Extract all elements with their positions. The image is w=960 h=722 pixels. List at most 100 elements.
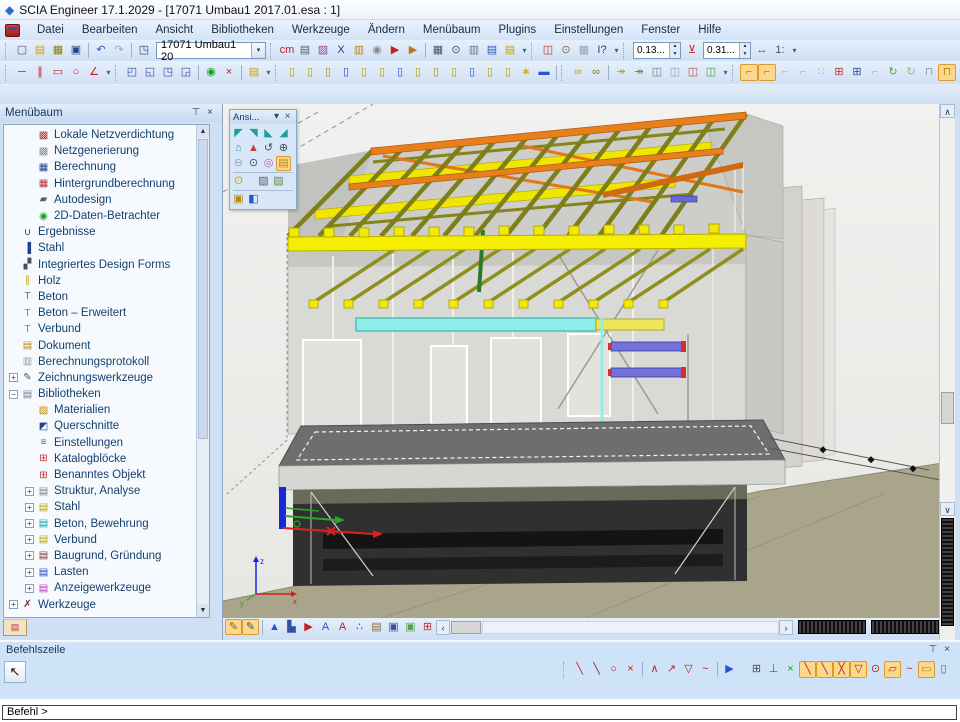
activity-inverted-button[interactable]: ⌐ xyxy=(776,64,794,81)
tree-item-ergebnisse[interactable]: ∪Ergebnisse xyxy=(4,224,196,240)
combo-dropdown-icon[interactable]: ▾ xyxy=(251,43,265,58)
toolbar-drag-handle[interactable] xyxy=(531,43,536,59)
toolbar-drag-handle[interactable] xyxy=(5,43,10,59)
rotation-scrollbar-vertical[interactable] xyxy=(941,518,954,626)
menu-plugins[interactable]: Plugins xyxy=(489,21,545,39)
snap-solid-button[interactable]: ▯ xyxy=(935,661,952,678)
overflow-chevron-icon[interactable]: ▾ xyxy=(720,68,731,77)
visibility-filter-button[interactable]: ◉ xyxy=(202,64,220,81)
tree-item-querschnitte[interactable]: ◩Querschnitte xyxy=(4,418,196,434)
close-icon[interactable]: × xyxy=(940,643,954,657)
glasses-view-2-button[interactable]: ∞ xyxy=(587,64,605,81)
menu-ansicht[interactable]: Ansicht xyxy=(146,21,202,39)
tree-item-benanntes-objekt[interactable]: ⊞Benanntes Objekt xyxy=(4,467,196,483)
zoom-selection-button[interactable]: ◎ xyxy=(261,156,276,171)
overflow-chevron-icon[interactable]: ▾ xyxy=(263,68,274,77)
view-building-button[interactable]: ⌂ xyxy=(231,141,246,156)
tree-item-beton-erweitert[interactable]: TBeton – Erweitert xyxy=(4,305,196,321)
rotation-scrollbar-horizontal-1[interactable] xyxy=(798,620,866,634)
pin-icon[interactable]: ⊤ xyxy=(926,643,940,657)
close-icon[interactable]: × xyxy=(203,106,217,120)
view-side-button[interactable]: ◣ xyxy=(261,126,276,141)
open-library-folder-button[interactable]: ▤ xyxy=(245,64,263,81)
pin-icon[interactable]: ⊤ xyxy=(189,106,203,120)
expand-toggle-icon[interactable]: + xyxy=(9,600,18,609)
window-view-3-button[interactable]: ◳ xyxy=(159,64,177,81)
toolbar-drag-handle[interactable] xyxy=(563,662,568,678)
menu--ndern[interactable]: Ändern xyxy=(359,21,414,39)
draw-circle-button[interactable]: ○ xyxy=(67,64,85,81)
menu-hilfe[interactable]: Hilfe xyxy=(689,21,730,39)
tree-item-2d-daten-betrachter[interactable]: ◉2D-Daten-Betrachter xyxy=(4,208,196,224)
activity-off-button[interactable]: ⌐ xyxy=(794,64,812,81)
display-surfaces-button[interactable]: ▯ xyxy=(319,64,337,81)
drawing-setup-button[interactable]: ✎ xyxy=(242,619,259,635)
supports-display-button[interactable]: ▲ xyxy=(266,619,283,635)
expand-toggle-icon[interactable]: + xyxy=(9,373,18,382)
tree-item-hintergrundberechnung[interactable]: ▦Hintergrundberechnung xyxy=(4,176,196,192)
scroll-down-icon[interactable]: ▼ xyxy=(197,604,209,617)
snap-tangent-button[interactable]: ⊙ xyxy=(867,661,884,678)
display-dimensions-button[interactable]: ▯ xyxy=(391,64,409,81)
menu-bibliotheken[interactable]: Bibliotheken xyxy=(202,21,283,39)
copy-view-2-button[interactable]: ◫ xyxy=(666,64,684,81)
view-window-2-button[interactable]: ▣ xyxy=(402,619,419,635)
menu-men-baum[interactable]: Menübaum xyxy=(414,21,490,39)
tree-item-einstellungen[interactable]: ≡Einstellungen xyxy=(4,435,196,451)
copy-add-red-button[interactable]: ◫ xyxy=(684,64,702,81)
document-zoom-button[interactable]: ⊙ xyxy=(557,42,575,59)
activity-refresh-button[interactable]: ↻ xyxy=(884,64,902,81)
redo-button[interactable]: ↷ xyxy=(110,42,128,59)
display-supports-button[interactable]: ▯ xyxy=(337,64,355,81)
tree-item-berechnung[interactable]: ▦Berechnung xyxy=(4,159,196,175)
document-check-button[interactable]: ▤ xyxy=(501,42,519,59)
activity-selection-blue-button[interactable]: ⊞ xyxy=(848,64,866,81)
element-size-spinner[interactable]: 0.31... ▲▼ xyxy=(703,42,751,59)
display-loads-button[interactable]: ▯ xyxy=(355,64,373,81)
tree-item-netzgenerierung[interactable]: ▩Netzgenerierung xyxy=(4,143,196,159)
glasses-view-1-button[interactable]: ∞ xyxy=(569,64,587,81)
tree-scrollbar-thumb[interactable] xyxy=(198,139,208,439)
user-coordinate-2-button[interactable]: ↠ xyxy=(630,64,648,81)
expand-toggle-icon[interactable]: + xyxy=(25,503,34,512)
scale-ratio-button[interactable]: 1: xyxy=(771,42,789,59)
render-window-2-button[interactable]: ▨ xyxy=(271,174,286,189)
display-nodes-button[interactable]: ▯ xyxy=(283,64,301,81)
project-database-button[interactable]: ▦ xyxy=(49,42,67,59)
mesh-generation-button[interactable]: ◉ xyxy=(368,42,386,59)
toolbar-drag-handle[interactable] xyxy=(5,65,10,81)
view-top-button[interactable]: ◤ xyxy=(231,126,246,141)
menu-einstellungen[interactable]: Einstellungen xyxy=(545,21,632,39)
delete-tool-button[interactable]: × xyxy=(220,64,238,81)
cross-sections-button[interactable]: X xyxy=(332,42,350,59)
point-snap-button[interactable]: × xyxy=(782,661,799,678)
document-export-button[interactable]: ▤ xyxy=(483,42,501,59)
tree-item-verbund[interactable]: TVerbund xyxy=(4,321,196,337)
activity-clip-off-button[interactable]: ⊓ xyxy=(920,64,938,81)
scale-tripod-button[interactable]: ⊻ xyxy=(683,42,701,59)
tree-item-verbund-bibliothek[interactable]: +▤Verbund xyxy=(4,532,196,548)
display-structure-button[interactable]: ▯ xyxy=(499,64,517,81)
viewport-vertical-scrollbar[interactable]: ∧ ∨ xyxy=(939,104,955,640)
close-window-button[interactable]: ◳ xyxy=(135,42,153,59)
toolbar-drag-handle[interactable] xyxy=(623,43,628,59)
expand-toggle-icon[interactable]: + xyxy=(25,487,34,496)
document-book-button[interactable]: ▤ xyxy=(368,619,385,635)
project-notebook-button[interactable]: ▥ xyxy=(350,42,368,59)
tree-item-stahl-bibliothek[interactable]: +▤Stahl xyxy=(4,499,196,515)
display-sections-button[interactable]: ▯ xyxy=(481,64,499,81)
snap-vertex-button[interactable]: ∧ xyxy=(646,661,663,678)
tree-item-stahl[interactable]: ▐Stahl xyxy=(4,240,196,256)
picture-gallery-button[interactable]: ▨ xyxy=(314,42,332,59)
view-window-1-button[interactable]: ▣ xyxy=(385,619,402,635)
rotate-view-button[interactable]: ↺ xyxy=(261,141,276,156)
activity-clip-on-button[interactable]: ⊓ xyxy=(938,64,956,81)
snap-ruler-button[interactable]: ▭ xyxy=(918,661,935,678)
project-selector[interactable]: 17071 Umbau1 20 ▾ xyxy=(156,42,266,59)
tree-item-katalogbloecke[interactable]: ⊞Katalogblöcke xyxy=(4,451,196,467)
overflow-chevron-icon[interactable]: ▾ xyxy=(956,68,960,77)
expand-toggle-icon[interactable]: + xyxy=(25,519,34,528)
command-input[interactable]: Befehl > xyxy=(2,705,957,720)
ansicht-toolbar-header[interactable]: Ansi... ▾ × xyxy=(230,110,296,124)
undo-button[interactable]: ↶ xyxy=(92,42,110,59)
